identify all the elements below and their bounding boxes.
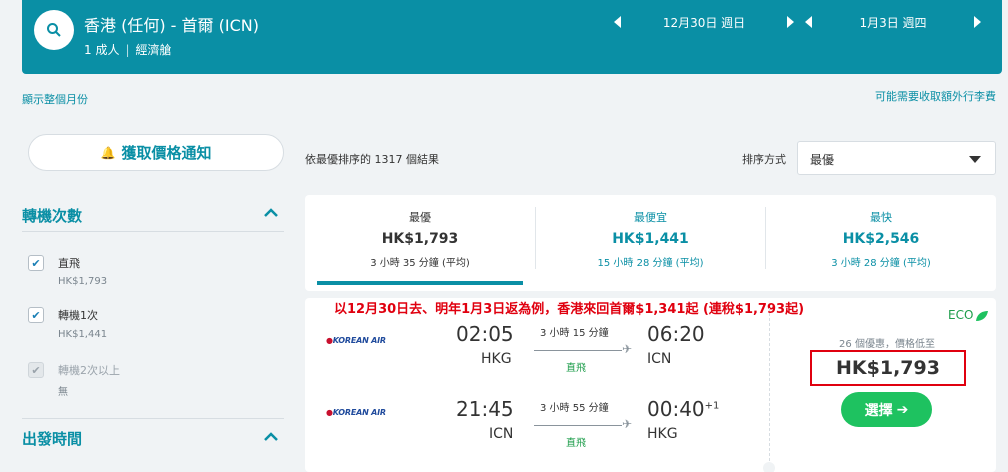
stops-one-price: HK$1,441 (58, 329, 108, 340)
outbound-arrival-code: ICN (647, 351, 672, 367)
stops-two-plus-label: 轉機2次以上 (58, 364, 120, 377)
outbound-arrival-time: 06:20 (647, 322, 705, 346)
tab-best-title: 最優 (409, 211, 431, 224)
search-header: 香港 (任何) - 首爾 (ICN) 1 成人 | 經濟艙 12月30日 週日 1月… (22, 0, 1002, 74)
inbound-duration: 3 小時 55 分鐘 (540, 403, 609, 414)
airline-name: KOREAN AIR (332, 336, 386, 345)
eco-badge[interactable]: ECO (948, 308, 989, 322)
stops-one-label: 轉機1次 (58, 309, 98, 322)
tab-fastest-price: HK$2,546 (842, 231, 920, 247)
departure-time-filter-title[interactable]: 出發時間 (22, 428, 82, 449)
prev-depart-date-icon[interactable] (614, 16, 621, 28)
prev-return-date-icon[interactable] (805, 16, 812, 28)
divider (22, 418, 284, 419)
sort-select[interactable]: 最優 (797, 141, 996, 175)
route-title[interactable]: 香港 (任何) - 首爾 (ICN) (84, 12, 259, 36)
select-button[interactable]: 選擇 ➔ (841, 392, 932, 427)
stops-filter-title[interactable]: 轉機次數 (22, 205, 82, 226)
sort-tabs: 最優 HK$1,793 3 小時 35 分鐘 (平均) 最便宜 HK$1,441… (305, 195, 996, 291)
korean-air-emblem-icon: ● (326, 408, 333, 417)
active-tab-indicator (317, 281, 523, 285)
tab-cheapest[interactable]: 最便宜 HK$1,441 15 小時 28 分鐘 (平均) (536, 195, 765, 291)
next-day-indicator: +1 (704, 400, 720, 412)
return-date-picker: 1月3日 週四 (805, 10, 981, 34)
arrow-right-icon: ➔ (896, 401, 909, 418)
deals-count: 26 個優惠，價格低至 (839, 339, 935, 350)
bell-icon: 🔔 (100, 145, 116, 160)
tab-cheapest-title: 最便宜 (634, 211, 667, 224)
plane-icon: ✈ (622, 342, 633, 356)
inbound-arrival-time-value: 00:40 (647, 397, 705, 421)
chevron-up-icon[interactable] (264, 208, 278, 217)
tab-best-price: HK$1,793 (381, 231, 459, 247)
tab-cheapest-time: 15 小時 28 分鐘 (平均) (597, 258, 704, 269)
separator: | (125, 43, 130, 57)
outbound-departure-time: 02:05 (456, 322, 514, 346)
select-label: 選擇 (864, 402, 893, 419)
depart-date[interactable]: 12月30日 週日 (621, 14, 787, 31)
best-price: HK$1,793 (810, 350, 966, 386)
outbound-route-line (534, 350, 622, 351)
return-date[interactable]: 1月3日 週四 (812, 14, 974, 31)
cabin-class[interactable]: 經濟艙 (136, 43, 172, 57)
search-button[interactable] (34, 10, 74, 50)
outbound-duration: 3 小時 15 分鐘 (540, 328, 609, 339)
sort-value: 最優 (810, 153, 835, 167)
tab-fastest-title: 最快 (870, 211, 892, 224)
airline-logo: ●KOREAN AIR (326, 336, 386, 345)
stops-two-plus-price: 無 (58, 387, 68, 398)
next-depart-date-icon[interactable] (787, 16, 794, 28)
card-notch (763, 462, 775, 472)
price-alert-label: 獲取價格通知 (121, 144, 212, 162)
tab-best-time: 3 小時 35 分鐘 (平均) (370, 258, 470, 269)
show-whole-month-link[interactable]: 顯示整個月份 (22, 91, 88, 107)
promo-text: 以12月30日去、明年1月3日返為例，香港來回首爾$1,341起 (連稅$1,7… (334, 302, 805, 317)
stops-direct-label: 直飛 (58, 257, 80, 270)
inbound-arrival-code: HKG (647, 426, 678, 442)
extra-fees-link[interactable]: 可能需要收取額外行李費 (875, 88, 996, 104)
eco-label: ECO (948, 308, 974, 322)
chevron-up-icon[interactable] (264, 432, 278, 441)
tab-fastest[interactable]: 最快 HK$2,546 3 小時 28 分鐘 (平均) (766, 195, 996, 291)
price-alert-button[interactable]: 🔔 獲取價格通知 (28, 134, 284, 171)
tab-best[interactable]: 最優 HK$1,793 3 小時 35 分鐘 (平均) (305, 195, 535, 291)
result-count: 依最優排序的 1317 個結果 (305, 153, 439, 166)
leaf-icon (976, 310, 989, 321)
outbound-stops: 直飛 (566, 363, 586, 374)
korean-air-emblem-icon: ● (326, 336, 333, 345)
tab-fastest-time: 3 小時 28 分鐘 (平均) (831, 258, 931, 269)
divider (769, 308, 770, 466)
inbound-route-line (534, 425, 622, 426)
passenger-cabin: 1 成人 | 經濟艙 (84, 41, 172, 58)
next-return-date-icon[interactable] (974, 16, 981, 28)
stops-one-checkbox[interactable]: ✔ (28, 307, 44, 323)
stops-two-plus-checkbox: ✔ (28, 362, 44, 378)
passenger-count[interactable]: 1 成人 (84, 43, 119, 57)
inbound-stops: 直飛 (566, 438, 586, 449)
stops-direct-checkbox[interactable]: ✔ (28, 255, 44, 271)
caret-down-icon (969, 156, 981, 163)
inbound-departure-code: ICN (489, 426, 514, 442)
sort-label: 排序方式 (742, 153, 786, 166)
inbound-arrival-time: 00:40+1 (647, 397, 719, 421)
depart-date-picker: 12月30日 週日 (614, 10, 794, 34)
airline-name: KOREAN AIR (332, 408, 386, 417)
airline-logo: ●KOREAN AIR (326, 408, 386, 417)
stops-direct-price: HK$1,793 (58, 276, 108, 287)
tab-cheapest-price: HK$1,441 (612, 231, 689, 247)
inbound-departure-time: 21:45 (456, 397, 514, 421)
search-icon (47, 23, 61, 37)
outbound-departure-code: HKG (481, 351, 512, 367)
plane-icon: ✈ (622, 417, 633, 431)
divider (22, 231, 284, 232)
